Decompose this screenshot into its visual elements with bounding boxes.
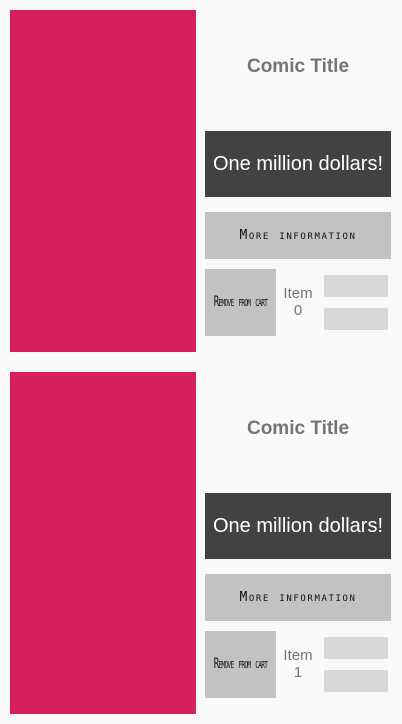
comic-title: Comic Title [246,418,350,439]
comic-title: Comic Title [246,56,350,77]
quantity-decrement-button[interactable] [324,308,388,330]
remove-from-cart-label: Remove from cart [213,294,268,311]
price-button[interactable]: One million dollars! [205,131,391,197]
more-information-button[interactable]: More information [205,212,391,259]
price-button[interactable]: One million dollars! [205,493,391,559]
item-label: Item 0 [276,285,320,319]
quantity-increment-button[interactable] [324,637,388,659]
item-label: Item 1 [276,647,320,681]
remove-from-cart-button[interactable]: Remove from cart [205,631,276,698]
item-number: 0 [293,302,303,319]
remove-from-cart-button[interactable]: Remove from cart [205,269,276,336]
more-information-button[interactable]: More information [205,574,391,621]
item-number: 1 [293,664,303,681]
comic-cover-image [10,10,196,352]
quantity-increment-button[interactable] [324,275,388,297]
comic-card: Comic Title One million dollars! More in… [0,0,402,362]
quantity-decrement-button[interactable] [324,670,388,692]
item-word: Item [283,285,313,302]
item-word: Item [283,647,313,664]
remove-from-cart-label: Remove from cart [213,656,268,673]
comic-cover-image [10,372,196,714]
comic-card: Comic Title One million dollars! More in… [0,362,402,724]
